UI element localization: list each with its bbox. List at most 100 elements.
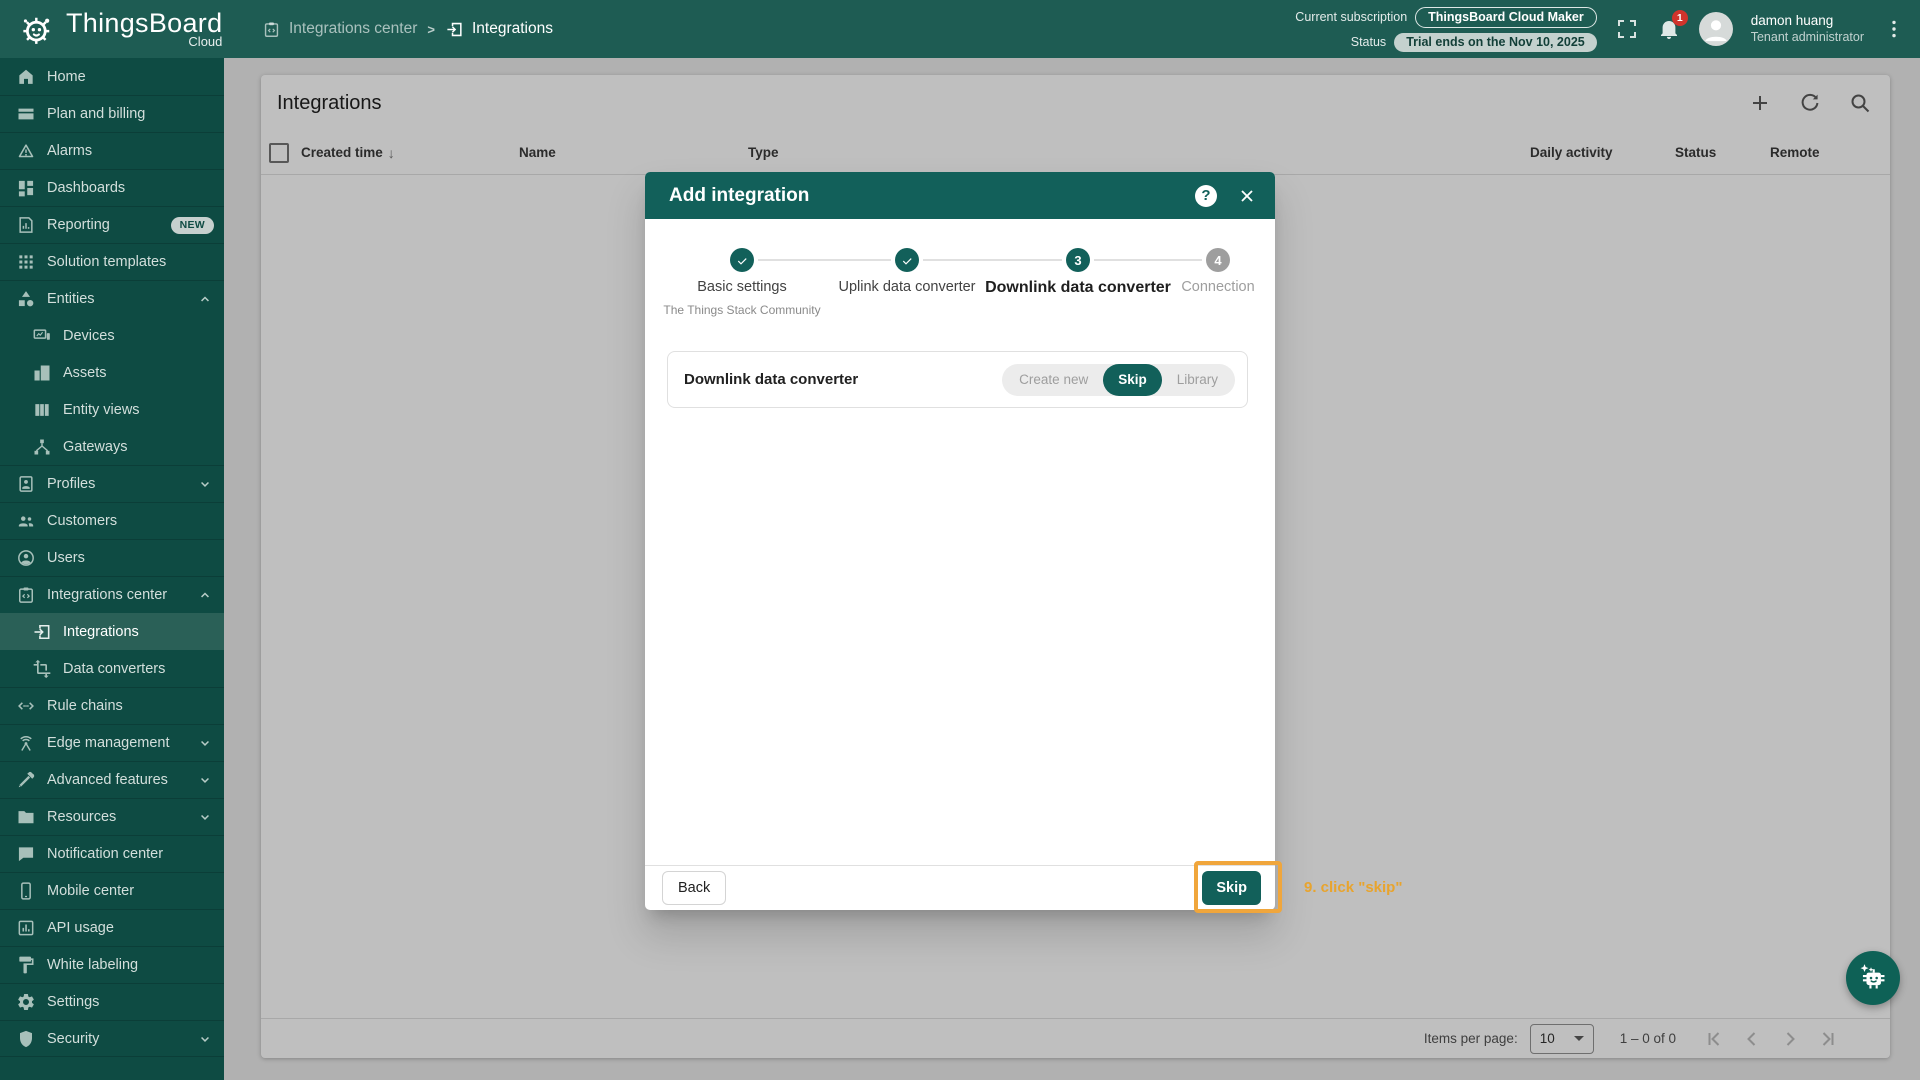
sidebar-item-plan-and-billing[interactable]: Plan and billing	[0, 95, 224, 132]
dialog-title: Add integration	[669, 185, 809, 207]
sidebar-item-mobile-center[interactable]: Mobile center	[0, 872, 224, 909]
sidebar-item-customers[interactable]: Customers	[0, 502, 224, 539]
user-menu-button[interactable]	[1882, 17, 1906, 41]
sidebar-item-rule-chains[interactable]: Rule chains	[0, 687, 224, 724]
sidebar-item-reporting[interactable]: ReportingNEW	[0, 206, 224, 243]
rule-chains-icon	[16, 696, 36, 716]
step-connector	[1094, 259, 1202, 261]
skip-button[interactable]: Skip	[1202, 871, 1261, 905]
close-button[interactable]	[1237, 186, 1257, 206]
breadcrumb-integrations[interactable]: Integrations	[445, 20, 553, 39]
step-circle-basic-settings[interactable]	[730, 248, 754, 272]
step-circle-connection[interactable]: 4	[1206, 248, 1230, 272]
sidebar-item-edge-management[interactable]: Edge management	[0, 724, 224, 761]
sidebar-item-label: Users	[47, 550, 85, 566]
check-icon	[900, 253, 915, 268]
sidebar-item-settings[interactable]: Settings	[0, 983, 224, 1020]
sidebar-item-solution-templates[interactable]: Solution templates	[0, 243, 224, 280]
toggle-option-skip[interactable]: Skip	[1103, 364, 1162, 396]
sidebar-item-profiles[interactable]: Profiles	[0, 465, 224, 502]
sidebar-item-label: Profiles	[47, 476, 95, 492]
step-connector	[923, 259, 1062, 261]
sidebar-item-notification-center[interactable]: Notification center	[0, 835, 224, 872]
step-circle-uplink-data-converter[interactable]	[895, 248, 919, 272]
logo-title: ThingsBoard	[66, 9, 222, 37]
mobile-icon	[16, 881, 36, 901]
sidebar-item-entity-views[interactable]: Entity views	[0, 391, 224, 428]
user-block[interactable]: damon huang Tenant administrator	[1751, 12, 1864, 46]
user-role: Tenant administrator	[1751, 29, 1864, 46]
new-badge: NEW	[171, 217, 214, 234]
sidebar-item-label: Mobile center	[47, 883, 134, 899]
subscription-label: Current subscription	[1295, 10, 1407, 24]
users-icon	[16, 548, 36, 568]
step-number: 3	[1074, 253, 1081, 268]
back-button[interactable]: Back	[662, 871, 726, 905]
sidebar-item-label: Plan and billing	[47, 106, 145, 122]
gateways-icon	[32, 437, 52, 457]
sidebar-item-dashboards[interactable]: Dashboards	[0, 169, 224, 206]
sidebar-item-resources[interactable]: Resources	[0, 798, 224, 835]
breadcrumb-integrations-center[interactable]: Integrations center	[262, 20, 417, 39]
ai-assistant-button[interactable]	[1846, 951, 1900, 1005]
sidebar-item-white-labeling[interactable]: White labeling	[0, 946, 224, 983]
resources-icon	[16, 807, 36, 827]
ai-robot-icon	[1856, 961, 1890, 995]
integrations-icon	[445, 20, 464, 39]
white-labeling-icon	[16, 955, 36, 975]
sidebar-item-label: White labeling	[47, 957, 138, 973]
add-integration-dialog: Add integration ? Basic settings The Thin…	[645, 172, 1275, 910]
alarm-icon	[16, 141, 36, 161]
settings-icon	[16, 992, 36, 1012]
breadcrumb-label: Integrations center	[289, 20, 417, 38]
step-label-connection[interactable]: Connection	[1181, 279, 1254, 295]
sidebar-item-gateways[interactable]: Gateways	[0, 428, 224, 465]
advanced-icon	[16, 770, 36, 790]
sidebar-item-devices[interactable]: Devices	[0, 317, 224, 354]
sidebar-item-api-usage[interactable]: API usage	[0, 909, 224, 946]
notification-count-badge: 1	[1672, 10, 1688, 26]
chevron-up-icon	[196, 290, 214, 308]
status-label: Status	[1351, 35, 1386, 49]
sidebar-item-label: Customers	[47, 513, 117, 529]
step-label-uplink-data-converter[interactable]: Uplink data converter	[838, 279, 975, 295]
sidebar-item-assets[interactable]: Assets	[0, 354, 224, 391]
user-name: damon huang	[1751, 12, 1864, 29]
step-circle-downlink-data-converter[interactable]: 3	[1066, 248, 1090, 272]
chevron-down-icon	[196, 734, 214, 752]
status-pill[interactable]: Trial ends on the Nov 10, 2025	[1394, 33, 1597, 52]
kebab-menu-icon	[1882, 17, 1906, 41]
billing-icon	[16, 104, 36, 124]
sidebar-item-advanced-features[interactable]: Advanced features	[0, 761, 224, 798]
sidebar-item-alarms[interactable]: Alarms	[0, 132, 224, 169]
devices-icon	[32, 326, 52, 346]
sidebar-item-home[interactable]: Home	[0, 58, 224, 95]
sidebar-item-users[interactable]: Users	[0, 539, 224, 576]
step-sublabel: The Things Stack Community	[663, 303, 820, 317]
integrations-center-icon	[16, 585, 36, 605]
fullscreen-button[interactable]	[1615, 17, 1639, 41]
sidebar-item-label: Gateways	[63, 439, 127, 455]
sidebar-item-label: Data converters	[63, 661, 165, 677]
toggle-option-library[interactable]: Library	[1162, 364, 1233, 396]
sidebar-item-integrations-center[interactable]: Integrations center	[0, 576, 224, 613]
step-label-basic-settings[interactable]: Basic settings	[697, 279, 786, 295]
sidebar-item-integrations[interactable]: Integrations	[0, 613, 224, 650]
toggle-option-create-new[interactable]: Create new	[1004, 364, 1103, 396]
sidebar-item-data-converters[interactable]: Data converters	[0, 650, 224, 687]
top-bar: ThingsBoard Cloud Integrations center>In…	[0, 0, 1920, 58]
subscription-pill[interactable]: ThingsBoard Cloud Maker	[1415, 7, 1597, 28]
avatar[interactable]	[1699, 12, 1733, 46]
sidebar-item-label: Security	[47, 1031, 99, 1047]
sidebar-item-entities[interactable]: Entities	[0, 280, 224, 317]
sidebar-item-security[interactable]: Security	[0, 1020, 224, 1057]
notifications-button[interactable]: 1	[1657, 17, 1681, 41]
sidebar-item-label: Assets	[63, 365, 107, 381]
help-button[interactable]: ?	[1195, 185, 1217, 207]
reporting-icon	[16, 215, 36, 235]
step-label-downlink-data-converter[interactable]: Downlink data converter	[985, 279, 1171, 297]
sidebar-item-label: Alarms	[47, 143, 92, 159]
sidebar-item-label: Home	[47, 69, 86, 85]
thingsboard-logo[interactable]: ThingsBoard Cloud	[0, 8, 230, 50]
sidebar-item-label: Entity views	[63, 402, 140, 418]
